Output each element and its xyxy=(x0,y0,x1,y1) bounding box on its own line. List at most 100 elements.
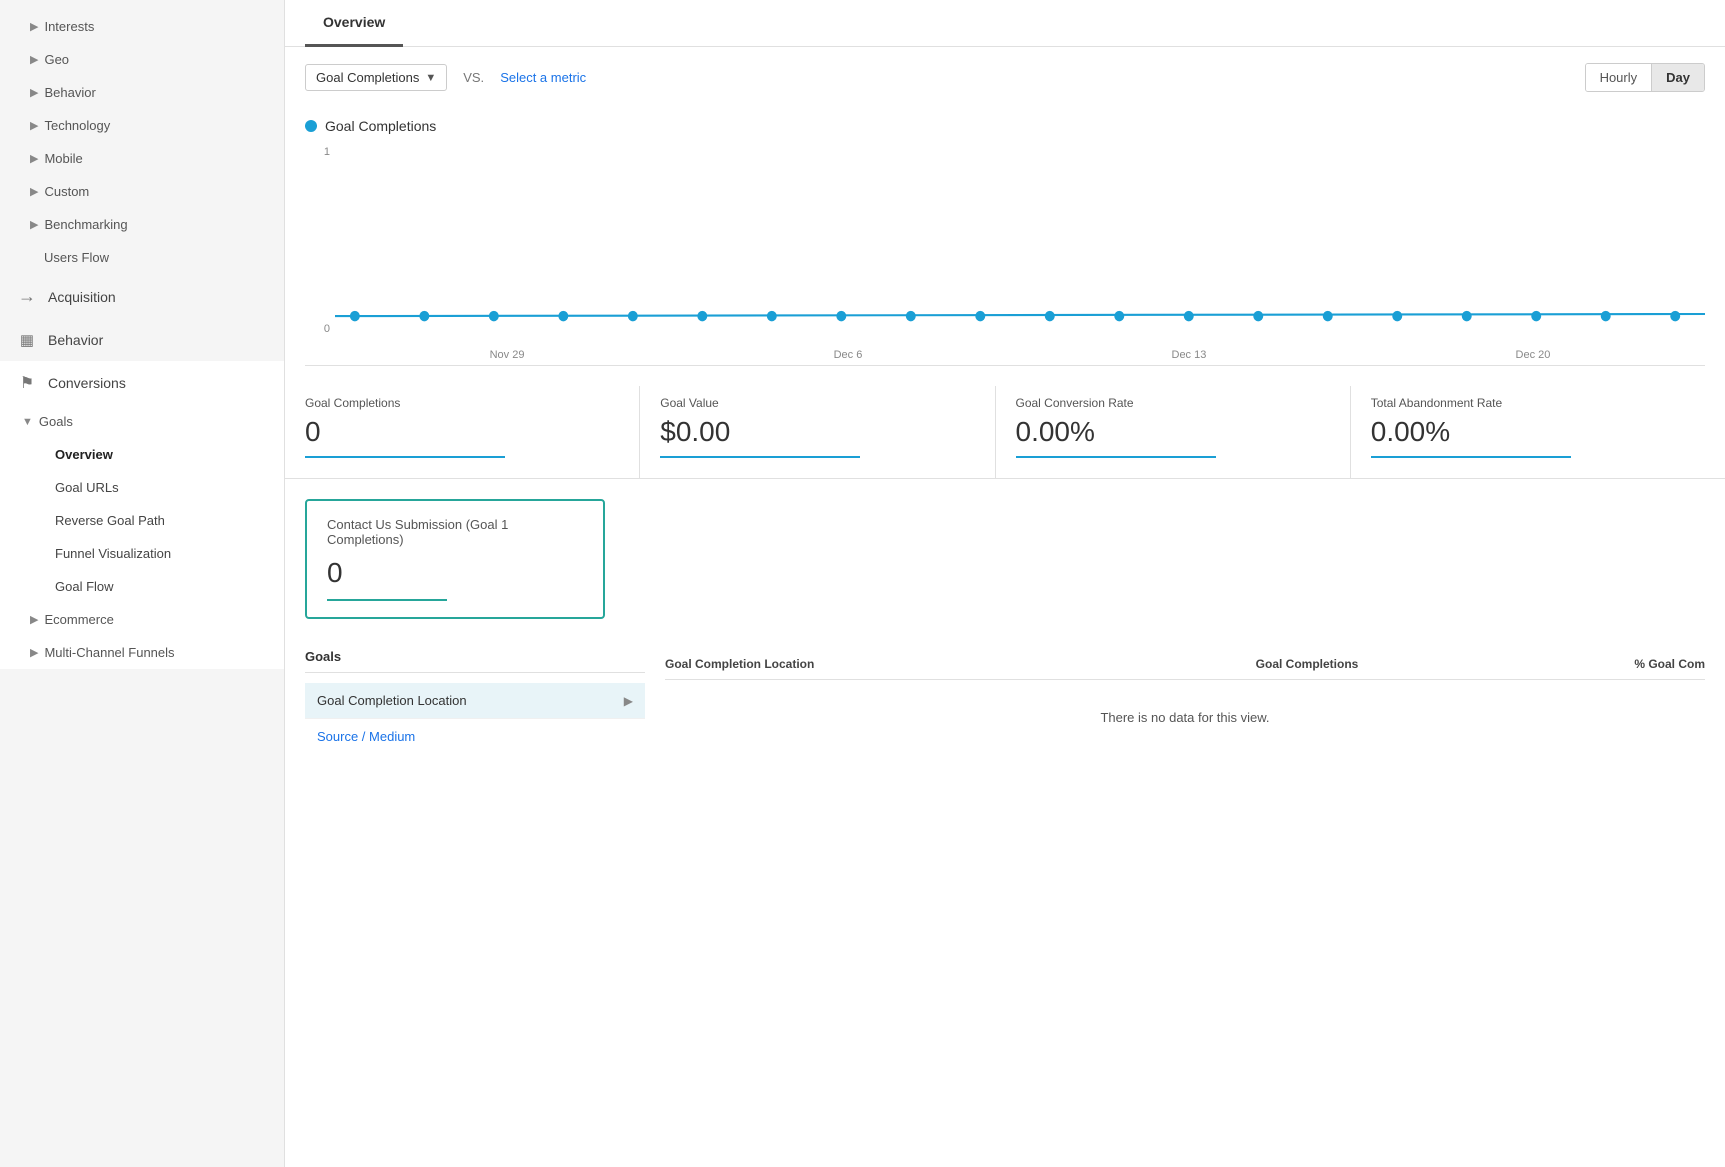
source-medium-link[interactable]: Source / Medium xyxy=(305,719,645,754)
sidebar-item-label: Ecommerce xyxy=(44,612,113,627)
metric-card-goal-conversion-rate: Goal Conversion Rate 0.00% xyxy=(1016,386,1351,478)
sidebar-item-goals[interactable]: ▼ Goals xyxy=(0,405,284,438)
card-value: 0 xyxy=(327,557,583,589)
sidebar-item-label: Goal Flow xyxy=(55,579,114,594)
category-label: Acquisition xyxy=(48,289,116,305)
dropdown-arrow-icon: ▼ xyxy=(425,72,436,84)
tab-overview[interactable]: Overview xyxy=(305,0,403,47)
sidebar-item-goal-urls[interactable]: Goal URLs xyxy=(0,471,284,504)
sidebar-category-behavior[interactable]: ▦ Behavior xyxy=(0,319,284,361)
controls-left: Goal Completions ▼ VS. Select a metric xyxy=(305,64,586,91)
controls-row: Goal Completions ▼ VS. Select a metric H… xyxy=(285,47,1725,108)
arrow-icon: ▶ xyxy=(30,119,38,132)
chart-area: Goal Completions 1 0 xyxy=(285,108,1725,366)
select-metric-link[interactable]: Select a metric xyxy=(500,70,586,85)
conversions-icon: ⚑ xyxy=(16,373,38,393)
arrow-icon: ▶ xyxy=(30,53,38,66)
goals-right-header: Goal Completion Location Goal Completion… xyxy=(665,649,1705,680)
acquisition-icon: → xyxy=(16,286,38,307)
sidebar-item-label: Geo xyxy=(44,52,69,67)
arrow-icon: ▶ xyxy=(30,152,38,165)
sidebar-item-label: Reverse Goal Path xyxy=(55,513,165,528)
sidebar-item-custom[interactable]: ▶ Custom xyxy=(0,175,284,208)
sidebar-item-mobile[interactable]: ▶ Mobile xyxy=(0,142,284,175)
sidebar-category-conversions[interactable]: ⚑ Conversions xyxy=(0,361,284,405)
sidebar-item-benchmarking[interactable]: ▶ Benchmarking xyxy=(0,208,284,241)
metric-value: 0.00% xyxy=(1371,416,1685,448)
metric-title: Goal Value xyxy=(660,396,974,410)
x-label-dec20: Dec 20 xyxy=(1516,349,1551,361)
arrow-icon: ▶ xyxy=(30,20,38,33)
category-label: Behavior xyxy=(48,332,103,348)
goals-right: Goal Completion Location Goal Completion… xyxy=(645,649,1705,755)
sidebar-item-ecommerce[interactable]: ▶ Ecommerce xyxy=(0,603,284,636)
metric-title: Goal Completions xyxy=(305,396,619,410)
metrics-row: Goal Completions 0 Goal Value $0.00 Goal… xyxy=(285,366,1725,479)
chart-y-labels: 1 0 xyxy=(305,146,335,335)
goals-list-item-goal-completion-location[interactable]: Goal Completion Location ▶ xyxy=(305,683,645,719)
chart-svg-wrap xyxy=(335,146,1705,335)
table-col-location: Goal Completion Location xyxy=(665,657,1012,671)
time-toggle: Hourly Day xyxy=(1585,63,1705,92)
chart-container: 1 0 xyxy=(305,146,1705,366)
no-data-text: There is no data for this view. xyxy=(1100,710,1269,725)
sidebar-item-multi-channel[interactable]: ▶ Multi-Channel Funnels xyxy=(0,636,284,669)
metric-dropdown-label: Goal Completions xyxy=(316,70,419,85)
metric-title: Total Abandonment Rate xyxy=(1371,396,1685,410)
vs-label: VS. xyxy=(463,70,484,85)
y-label-0: 0 xyxy=(324,323,330,335)
table-col-completions: Goal Completions xyxy=(1012,657,1359,671)
behavior-icon: ▦ xyxy=(16,331,38,349)
sidebar-item-users-flow[interactable]: Users Flow xyxy=(0,241,284,274)
x-label-dec13: Dec 13 xyxy=(1172,349,1207,361)
metric-card-goal-completions: Goal Completions 0 xyxy=(305,386,640,478)
sidebar-item-label: Custom xyxy=(44,184,89,199)
arrow-icon: ▶ xyxy=(30,218,38,231)
sidebar-item-overview[interactable]: Overview xyxy=(0,438,284,471)
sidebar-item-geo[interactable]: ▶ Geo xyxy=(0,43,284,76)
sidebar-item-behavior[interactable]: ▶ Behavior xyxy=(0,76,284,109)
sidebar-item-label: Technology xyxy=(44,118,110,133)
sidebar-item-reverse-goal-path[interactable]: Reverse Goal Path xyxy=(0,504,284,537)
card-underline xyxy=(327,599,447,601)
legend-label: Goal Completions xyxy=(325,118,436,134)
category-label: Conversions xyxy=(48,375,126,391)
hourly-button[interactable]: Hourly xyxy=(1586,64,1653,91)
metric-title: Goal Conversion Rate xyxy=(1016,396,1330,410)
goals-left: Goals Goal Completion Location ▶ Source … xyxy=(305,649,645,755)
sidebar-item-goal-flow[interactable]: Goal Flow xyxy=(0,570,284,603)
chart-x-labels: Nov 29 Dec 6 Dec 13 Dec 20 xyxy=(335,337,1705,365)
metric-underline xyxy=(660,456,860,458)
sidebar-item-technology[interactable]: ▶ Technology xyxy=(0,109,284,142)
main-content: Overview Goal Completions ▼ VS. Select a… xyxy=(285,0,1725,1167)
chart-legend: Goal Completions xyxy=(305,118,1705,134)
x-label-dec6: Dec 6 xyxy=(834,349,863,361)
sidebar-item-label: Goals xyxy=(39,414,73,429)
metric-card-goal-value: Goal Value $0.00 xyxy=(660,386,995,478)
goals-layout: Goals Goal Completion Location ▶ Source … xyxy=(305,649,1705,755)
day-button[interactable]: Day xyxy=(1652,64,1704,91)
sidebar-item-funnel-visualization[interactable]: Funnel Visualization xyxy=(0,537,284,570)
arrow-icon: ▶ xyxy=(30,613,38,626)
sidebar-item-label: Users Flow xyxy=(44,250,109,265)
chevron-right-icon: ▶ xyxy=(624,694,633,708)
tab-bar: Overview xyxy=(285,0,1725,47)
sidebar-item-interests[interactable]: ▶ Interests xyxy=(0,10,284,43)
legend-dot xyxy=(305,120,317,132)
metric-underline xyxy=(1016,456,1216,458)
conversions-section: ⚑ Conversions ▼ Goals Overview Goal URLs… xyxy=(0,361,284,669)
sidebar-item-label: Funnel Visualization xyxy=(55,546,171,561)
chart-svg xyxy=(335,146,1705,335)
x-label-nov29: Nov 29 xyxy=(490,349,525,361)
sidebar-category-acquisition[interactable]: → Acquisition xyxy=(0,274,284,319)
goals-list-item-label: Goal Completion Location xyxy=(317,693,467,708)
table-col-pct-goal: % Goal Com xyxy=(1358,657,1705,671)
sidebar-item-label: Mobile xyxy=(44,151,82,166)
sidebar-item-label: Behavior xyxy=(44,85,95,100)
metric-dropdown[interactable]: Goal Completions ▼ xyxy=(305,64,447,91)
metric-underline xyxy=(305,456,505,458)
sidebar-item-label: Goal URLs xyxy=(55,480,119,495)
sidebar: ▶ Interests ▶ Geo ▶ Behavior ▶ Technolog… xyxy=(0,0,285,1167)
goals-title: Goals xyxy=(305,649,645,673)
goals-right-body: There is no data for this view. xyxy=(665,680,1705,755)
